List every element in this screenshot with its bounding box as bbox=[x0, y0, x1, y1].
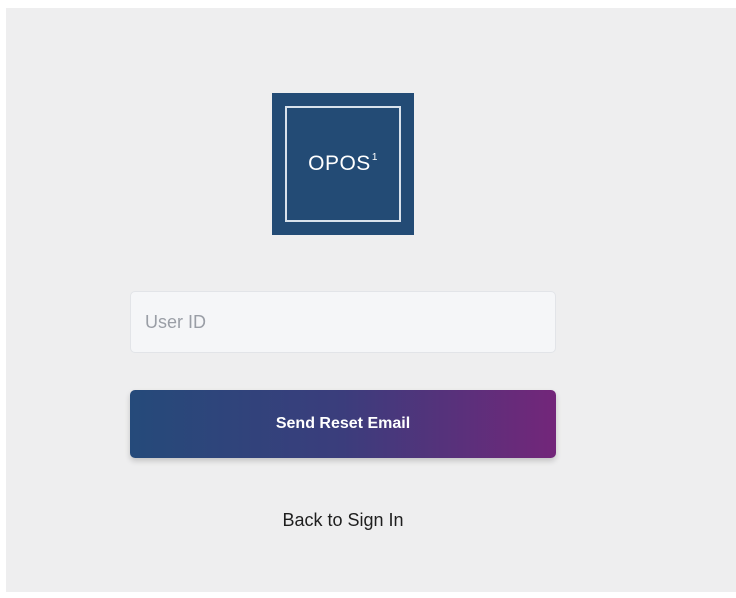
logo-superscript: 1 bbox=[371, 152, 378, 163]
user-id-input[interactable] bbox=[130, 291, 556, 353]
reset-password-screen: OPOS1 Send Reset Email Back to Sign In bbox=[6, 8, 736, 592]
logo-frame: OPOS1 bbox=[285, 106, 401, 222]
send-reset-email-button[interactable]: Send Reset Email bbox=[130, 390, 556, 458]
logo-text: OPOS1 bbox=[308, 152, 378, 176]
back-to-sign-in-link[interactable]: Back to Sign In bbox=[6, 510, 680, 531]
opos-logo: OPOS1 bbox=[272, 93, 414, 235]
logo-wordmark: OPOS bbox=[308, 152, 371, 175]
